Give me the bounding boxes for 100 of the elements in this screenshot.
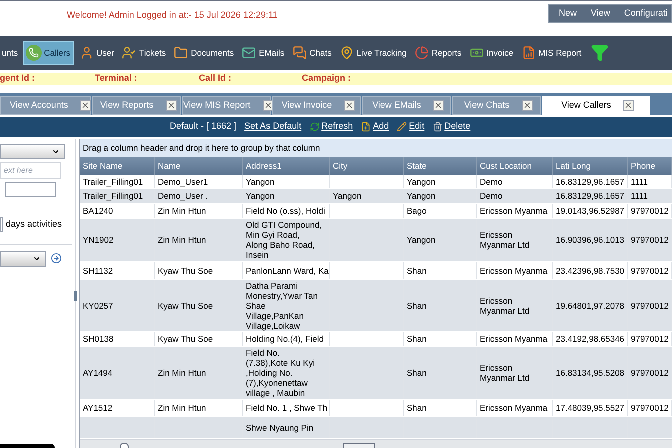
tab[interactable]: View EMails [362,96,451,115]
column-header[interactable]: Lati Long [553,157,628,175]
table-cell: Demo [480,191,503,201]
table-cell: Shan [407,300,427,310]
table-cell: KY0257 [83,300,114,310]
table-cell: Kyaw Thu Soe [158,300,214,310]
table-cell: Yangon [333,191,362,201]
edit-icon [397,122,408,132]
toolbar-button[interactable]: Callers [23,41,74,65]
table-cell: PanlonLann Ward, Ka [246,266,329,276]
table-cell: Old GTI Compound, Min Gyi Road, Along Baho Road, Insein [246,220,322,260]
go-icon[interactable] [51,253,62,264]
toolbar-button[interactable]: MIS Report [518,41,584,65]
table-cell: 97970012 [631,206,669,216]
toolbar-button[interactable]: Live Tracking [336,41,409,65]
refresh-icon [310,122,320,132]
table-cell: 19.64801,97.2078 [556,300,625,310]
days-field[interactable] [0,217,3,232]
table-cell: Ericsson Myanmar Ltd [480,363,530,383]
table-cell: Shan [407,266,427,276]
toolbar-button[interactable]: Reports [412,41,464,65]
tab[interactable]: View Reports [92,96,181,115]
top-menu-item[interactable]: View [591,6,610,20]
delete-icon [432,122,443,132]
toolbar-button[interactable]: Documents [171,41,236,65]
table-cell: 16.83129,96.1657 [556,191,625,201]
tab[interactable]: View Accounts [0,96,91,115]
table-cell: Bago [407,206,427,216]
column-header[interactable]: City [330,157,404,175]
toolbar-link[interactable]: Delete [444,120,471,134]
toolbar-link[interactable]: Edit [409,120,425,134]
toolbar-link[interactable]: Add [373,120,390,134]
table-cell: Ericsson Myanmar Ltd [480,230,530,250]
input-field[interactable] [5,182,56,197]
table-cell: Demo [480,176,503,186]
table-cell: Zin Min Htun [158,235,206,245]
column-header[interactable]: Address1 [243,157,330,175]
table-cell: Field No. 1 , Shwe Th [246,403,328,413]
dropdown[interactable] [0,144,65,159]
table-cell: Ericsson Myanma [480,266,548,276]
welcome-message: Welcome! Admin Logged in at:- 15 Jul 2026 12:29:11 [67,9,278,22]
tab[interactable]: View Chats [452,96,541,115]
table-cell: 1111 [631,191,648,201]
column-header[interactable]: Name [155,157,243,175]
info-label: Campaign : [302,72,352,86]
search-field[interactable]: ext here [0,162,61,179]
close-icon[interactable] [522,100,533,111]
column-header[interactable]: Phone [628,157,672,175]
close-icon[interactable] [80,100,92,111]
table-cell: 97970012 [631,235,669,245]
toolbar-button[interactable]: unts [0,41,20,65]
table-cell: Kyaw Thu Soe [158,266,214,276]
table-cell: Datha Parami Monestry,Ywar Tan Shae Village,PanKan Village,Loikaw [246,280,318,330]
table-cell: Yangon [407,235,436,245]
dropdown[interactable] [0,251,46,267]
mail-icon [241,45,258,61]
toolbar-button[interactable]: Invoice [466,41,516,65]
table-cell: Yangon [246,176,275,186]
view-label: Default - [ 1662 ] [170,120,237,134]
filter-icon[interactable] [590,44,609,62]
table-cell: AY1512 [83,403,113,413]
table-cell: Trailer_Filling01 [83,191,144,201]
table-cell: 97970012 [631,403,669,413]
tab[interactable]: View Callers [542,96,650,115]
collapse-handle[interactable] [74,291,77,301]
table-cell: 97970012 [631,368,669,378]
toolbar-button[interactable]: EMails [239,41,287,65]
close-icon[interactable] [433,100,444,111]
close-icon[interactable] [623,100,634,111]
close-icon[interactable] [344,100,356,111]
group-panel: Drag a column header and drop it here to group by that column [80,139,672,157]
table-cell: Ericsson Myanma [480,334,548,344]
table-cell: Demo_User . [158,191,208,201]
table-cell: Field No. (7.38),Kote Ku Kyi ,Holding No. (7),Kyonenettaw village , Maubin [246,348,315,398]
table-cell: 17.48039,95.5527 [556,403,625,413]
toolbar-link[interactable]: Refresh [322,120,354,134]
column-header[interactable]: State [404,157,477,175]
toolbar-button[interactable]: Tickets [119,41,168,65]
table-cell: Yangon [407,191,436,201]
table-cell: 97970012 [631,266,669,276]
close-icon[interactable] [166,100,177,111]
table-cell: 97970012 [631,300,669,310]
table-cell: 19.0143,96.52987 [556,206,625,216]
column-header[interactable]: Cust Location [477,157,553,175]
tab[interactable]: View Invoice [272,96,361,115]
toolbar-link[interactable]: Set As Default [244,120,302,134]
toolbar-button[interactable]: User [76,41,116,65]
phone-icon [26,45,42,61]
table-cell: Zin Min Htun [158,403,206,413]
top-menu-item[interactable]: Configurati [624,6,668,20]
close-icon[interactable] [262,100,274,111]
caret-icon [33,255,41,263]
table-cell: Trailer_Filling01 [83,176,144,186]
tab[interactable]: View MIS Report [182,96,271,115]
table-cell: 16.83129,96.1657 [556,176,625,186]
toolbar-button[interactable]: Chats [290,41,334,65]
table-cell: SH1132 [83,266,114,276]
top-menu-item[interactable]: New [559,6,578,20]
column-header[interactable]: Site Name [80,157,155,175]
table-cell: 97970012 [631,334,669,344]
